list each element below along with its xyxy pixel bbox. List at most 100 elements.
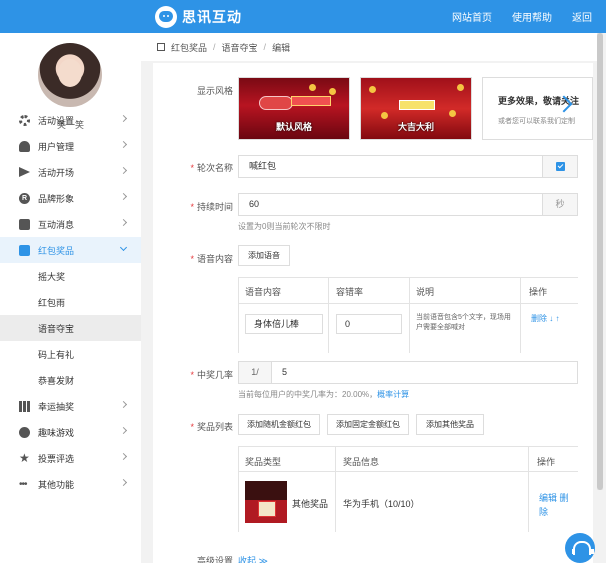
breadcrumb-item[interactable]: 语音夺宝: [222, 41, 258, 54]
voice-table-header: 说明: [416, 287, 435, 297]
collapse-toggle[interactable]: 收起 ≫: [238, 554, 268, 563]
voice-table-header: 语音内容: [245, 287, 282, 297]
voice-content-input[interactable]: 身体倍儿棒: [245, 314, 323, 334]
bar-chart-icon: [19, 400, 30, 412]
voice-table-header: 容错率: [336, 287, 364, 297]
coin-graphic: [309, 84, 316, 91]
top-bar: 思讯互动 网站首页 使用帮助 返回: [0, 0, 606, 33]
headset-icon[interactable]: [565, 533, 595, 563]
table-divider: [238, 277, 578, 278]
tolerance-input[interactable]: 0: [336, 314, 402, 334]
red-envelope-icon: [19, 244, 30, 256]
chevron-right-icon: [119, 192, 128, 201]
table-divider: [238, 446, 578, 447]
style-card-more: 更多效果，敬请关注 或者您可以联系我们定制: [482, 77, 593, 140]
edit-prize-link[interactable]: 编辑: [539, 493, 557, 503]
app-logo[interactable]: 思讯互动: [155, 5, 242, 28]
style-label: 显示风格: [196, 86, 233, 96]
nav-back-link[interactable]: 返回: [572, 9, 592, 24]
prize-table-header: 操作: [537, 457, 556, 467]
duration-label: * 持续时间: [190, 202, 233, 212]
sidebar-item-activity-settings[interactable]: 活动设置: [0, 107, 141, 133]
prize-type: 其他奖品: [292, 499, 329, 509]
prize-list-label: * 奖品列表: [190, 422, 233, 432]
sidebar-item-voting[interactable]: ★ 投票评选: [0, 445, 141, 471]
round-name-input[interactable]: 喊红包: [238, 155, 543, 178]
rocket-graphic: [259, 96, 293, 110]
sidebar-item-lottery[interactable]: 幸运抽奖: [0, 393, 141, 419]
coin-graphic: [329, 88, 336, 95]
logo-icon: [155, 5, 177, 28]
nav-home-link[interactable]: 网站首页: [452, 9, 492, 24]
add-other-prize-button[interactable]: 添加其他奖品: [416, 414, 484, 435]
gift-icon: [157, 43, 165, 51]
sidebar-item-brand[interactable]: R 品牌形象: [0, 185, 141, 211]
voice-table-header: 操作: [529, 287, 548, 297]
sidebar-item-user-management[interactable]: 用户管理: [0, 133, 141, 159]
style-card-lucky[interactable]: 大吉大利: [360, 77, 472, 140]
add-voice-button[interactable]: 添加语音: [238, 245, 290, 266]
add-random-red-envelope-button[interactable]: 添加随机金额红包: [238, 414, 320, 435]
checkbox-checked[interactable]: [556, 162, 565, 171]
banner-graphic: [399, 100, 435, 110]
advanced-settings-label: 高级设置: [196, 556, 233, 563]
chevron-right-icon: [119, 140, 128, 149]
sidebar-item-opening[interactable]: 活动开场: [0, 159, 141, 185]
breadcrumb-separator: /: [263, 42, 267, 52]
send-icon: [19, 167, 30, 177]
style-caption: 大吉大利: [397, 122, 434, 132]
table-divider: [528, 446, 529, 532]
nav-help-link[interactable]: 使用帮助: [512, 9, 552, 24]
chevron-right-icon: [119, 400, 128, 409]
more-dots-icon: •••: [19, 478, 28, 490]
sidebar-subitem-voice[interactable]: 语音夺宝: [0, 315, 141, 341]
breadcrumb-item[interactable]: 红包奖品: [171, 41, 207, 54]
style-caption: 默认风格: [275, 122, 312, 132]
style-card-default[interactable]: 默认风格: [238, 77, 350, 140]
breadcrumb-separator: /: [213, 42, 216, 52]
chevron-right-icon: [119, 478, 128, 487]
sidebar-item-red-envelope[interactable]: 红包奖品: [0, 237, 141, 263]
delete-prize-link[interactable]: 除: [539, 507, 548, 517]
table-divider: [238, 471, 578, 472]
round-name-label: * 轮次名称: [190, 163, 233, 173]
chevron-right-icon: [119, 166, 128, 175]
coin-graphic: [457, 84, 464, 91]
win-rate-prefix: 1/: [238, 361, 272, 384]
sidebar-subitem-code[interactable]: 码上有礼: [0, 341, 141, 367]
breadcrumb-current: 编辑: [272, 42, 291, 53]
table-divider: [520, 277, 521, 353]
sidebar: 笑一笑 活动设置 用户管理 活动开场 R 品牌形象 互动消息 红包奖品 摇大奖 红…: [0, 33, 141, 563]
more-effects-subtitle: 或者您可以联系我们定制: [498, 118, 575, 125]
sidebar-item-games[interactable]: 趣味游戏: [0, 419, 141, 445]
chevron-down-icon: [119, 243, 128, 252]
add-fixed-red-envelope-button[interactable]: 添加固定金额红包: [327, 414, 409, 435]
voice-description: 当前语音包含5个文字，现场用户需要全部喊对: [416, 314, 511, 331]
chevron-right-icon: [119, 426, 128, 435]
avatar: [38, 43, 102, 107]
sidebar-menu: 活动设置 用户管理 活动开场 R 品牌形象 互动消息 红包奖品 摇大奖 红包雨 语…: [0, 107, 141, 497]
sidebar-subitem-shake[interactable]: 摇大奖: [0, 263, 141, 289]
brand-r-icon: R: [19, 192, 30, 204]
top-nav: 网站首页 使用帮助 返回: [432, 0, 592, 33]
chevron-right-icon: [119, 218, 128, 227]
chevron-right-icon: [119, 452, 128, 461]
duration-input[interactable]: 60: [238, 193, 543, 216]
prize-row-actions: 编辑 删 除: [539, 491, 569, 519]
prize-table-header: 奖品类型: [245, 457, 282, 467]
sidebar-item-messages[interactable]: 互动消息: [0, 211, 141, 237]
voice-row-actions[interactable]: 删除 ↓ ↑: [531, 313, 571, 325]
scrollbar-thumb[interactable]: [597, 33, 603, 490]
chevron-right-icon: [119, 114, 128, 123]
table-divider: [409, 277, 410, 353]
sidebar-item-other[interactable]: ••• 其他功能: [0, 471, 141, 497]
table-divider: [335, 446, 336, 532]
delete-prize-link[interactable]: 删: [560, 493, 569, 503]
round-name-toggle[interactable]: [542, 155, 578, 178]
duration-hint: 设置为0则当前轮次不限时: [238, 222, 331, 231]
probability-calc-link[interactable]: 概率计算: [377, 390, 409, 399]
sidebar-subitem-rain[interactable]: 红包雨: [0, 289, 141, 315]
coin-graphic: [381, 112, 388, 119]
win-rate-input[interactable]: 5: [271, 361, 578, 384]
sidebar-subitem-fortune[interactable]: 恭喜发财: [0, 367, 141, 393]
